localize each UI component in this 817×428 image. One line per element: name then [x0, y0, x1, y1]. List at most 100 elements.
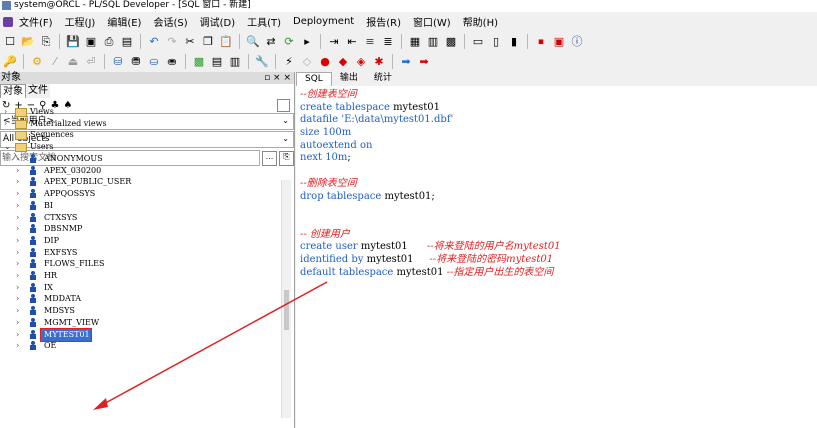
- expand-icon[interactable]: ›: [4, 106, 7, 118]
- db-open-icon[interactable]: ⛀: [146, 54, 162, 69]
- save-icon[interactable]: 💾: [65, 34, 81, 49]
- save-all-icon[interactable]: ▣: [83, 34, 99, 49]
- menu-item[interactable]: 会话(S): [147, 14, 193, 29]
- step-out-icon[interactable]: ✱: [371, 54, 387, 69]
- cascade-icon[interactable]: ▮: [506, 34, 522, 49]
- new-icon[interactable]: ☐: [2, 34, 18, 49]
- tree-user-item[interactable]: › MDSYS: [0, 305, 280, 317]
- db-save-icon[interactable]: ⛂: [164, 54, 180, 69]
- key-icon[interactable]: 🔑: [2, 54, 18, 69]
- refresh-icon[interactable]: ⟳: [281, 34, 297, 49]
- expand-icon[interactable]: ›: [16, 212, 19, 224]
- wrench-icon[interactable]: 🔧: [254, 54, 270, 69]
- table-icon[interactable]: ▥: [425, 34, 441, 49]
- arrow-right-icon[interactable]: ➡: [398, 54, 414, 69]
- expand-icon[interactable]: ›: [16, 317, 19, 329]
- expand-icon[interactable]: ›: [16, 223, 19, 235]
- expand-icon[interactable]: ›: [16, 340, 19, 352]
- tree-user-item[interactable]: › FLOWS_FILES: [0, 258, 280, 270]
- menu-item[interactable]: 工程(J): [59, 14, 102, 29]
- expand-icon[interactable]: ›: [16, 200, 19, 212]
- tab-output[interactable]: 输出: [332, 72, 366, 86]
- menu-item[interactable]: 帮助(H): [457, 14, 504, 29]
- query-icon[interactable]: ▦: [407, 34, 423, 49]
- unindent-icon[interactable]: ⇤: [344, 34, 360, 49]
- uncomment-icon[interactable]: ≣: [380, 34, 396, 49]
- expand-icon[interactable]: ›: [16, 188, 19, 200]
- beautify-icon[interactable]: ▥: [227, 54, 243, 69]
- commit-icon[interactable]: ⏏: [65, 54, 81, 69]
- menu-item[interactable]: 窗口(W): [407, 14, 457, 29]
- stop-icon[interactable]: ⏹: [533, 34, 549, 49]
- indent-icon[interactable]: ⇥: [326, 34, 342, 49]
- grid-icon[interactable]: ▩: [443, 34, 459, 49]
- panel-controls[interactable]: ▫ × ×: [264, 72, 294, 84]
- info-icon[interactable]: ⓘ: [569, 34, 585, 49]
- tree-user-item[interactable]: › DIP: [0, 235, 280, 247]
- tree-user-item[interactable]: › CTXSYS: [0, 212, 280, 224]
- find-icon[interactable]: 🔍: [245, 34, 261, 49]
- tree-user-item[interactable]: › ANONYMOUS: [0, 153, 280, 165]
- menu-item[interactable]: 工具(T): [241, 14, 287, 29]
- tree-user-item[interactable]: › APPQOSSYS: [0, 188, 280, 200]
- tree-user-item[interactable]: › DBSNMP: [0, 223, 280, 235]
- paste-icon[interactable]: 📋: [218, 34, 234, 49]
- step-into-icon[interactable]: ◆: [335, 54, 351, 69]
- sql-editor[interactable]: --创建表空间 create tablespace mytest01 datafil…: [300, 89, 561, 279]
- breakpoint-icon[interactable]: ●: [317, 54, 333, 69]
- menu-item[interactable]: 文件(F): [13, 14, 59, 29]
- menu-item[interactable]: 报告(R): [360, 14, 407, 29]
- window-list-icon[interactable]: ▭: [470, 34, 486, 49]
- tree-user-item[interactable]: › MYTEST01: [0, 327, 280, 342]
- expand-icon[interactable]: ›: [16, 305, 19, 317]
- open-icon[interactable]: 📂: [20, 34, 36, 49]
- tree-user-item[interactable]: › OE: [0, 340, 280, 352]
- tree-scrollbar[interactable]: [281, 180, 291, 418]
- expand-icon[interactable]: ›: [16, 258, 19, 270]
- expand-icon[interactable]: ›: [16, 176, 19, 188]
- redo-icon[interactable]: ↷: [164, 34, 180, 49]
- reopen-icon[interactable]: ⎘: [38, 34, 54, 49]
- expand-icon[interactable]: ›: [16, 270, 19, 282]
- debug-icon[interactable]: ⚡: [281, 54, 297, 69]
- format-icon[interactable]: ▤: [209, 54, 225, 69]
- tree-user-item[interactable]: › MDDATA: [0, 293, 280, 305]
- explain-icon[interactable]: ▩: [191, 54, 207, 69]
- expand-icon[interactable]: ›: [4, 129, 7, 141]
- step-over-icon[interactable]: ◈: [353, 54, 369, 69]
- db-tools-icon[interactable]: ⛃: [128, 54, 144, 69]
- tree-user-item[interactable]: › EXFSYS: [0, 247, 280, 259]
- rollback-icon[interactable]: ⏎: [83, 54, 99, 69]
- tree-folder-views[interactable]: › Views: [0, 106, 280, 118]
- menu-item[interactable]: 调试(D): [194, 14, 242, 29]
- arrow-right-red-icon[interactable]: ➡: [416, 54, 432, 69]
- tree-user-item[interactable]: › APEX_030200: [0, 165, 280, 177]
- tree-folder-users[interactable]: ⌄ Users: [0, 141, 280, 153]
- expand-icon[interactable]: ⌄: [4, 141, 11, 153]
- tab-files[interactable]: 文件: [26, 84, 50, 98]
- undo-icon[interactable]: ↶: [146, 34, 162, 49]
- app-menu-icon[interactable]: [3, 16, 13, 27]
- tree-folder-materialized-views[interactable]: › Materialized views: [0, 118, 280, 130]
- tree-user-item[interactable]: › APEX_PUBLIC_USER: [0, 176, 280, 188]
- expand-icon[interactable]: ›: [16, 165, 19, 177]
- search-go-button[interactable]: ⎘: [279, 150, 294, 166]
- tree-user-item[interactable]: › BI: [0, 200, 280, 212]
- preview-icon[interactable]: ▤: [119, 34, 135, 49]
- replace-icon[interactable]: ⇄: [263, 34, 279, 49]
- db-icon[interactable]: ⛁: [110, 54, 126, 69]
- break-icon[interactable]: ⁄: [47, 54, 63, 69]
- tile-icon[interactable]: ▯: [488, 34, 504, 49]
- expand-icon[interactable]: ›: [16, 329, 19, 341]
- tab-objects[interactable]: 对象: [0, 84, 26, 98]
- expand-icon[interactable]: ›: [16, 153, 19, 165]
- tab-sql[interactable]: SQL: [296, 72, 332, 86]
- expand-icon[interactable]: ›: [16, 282, 19, 294]
- expand-icon[interactable]: ›: [16, 293, 19, 305]
- copy-icon[interactable]: ❐: [200, 34, 216, 49]
- expand-icon[interactable]: ›: [16, 247, 19, 259]
- print-icon[interactable]: ⎙: [101, 34, 117, 49]
- tree-user-item[interactable]: › IX: [0, 282, 280, 294]
- tree-folder-sequences[interactable]: › Sequences: [0, 129, 280, 141]
- menu-item[interactable]: Deployment: [287, 16, 360, 27]
